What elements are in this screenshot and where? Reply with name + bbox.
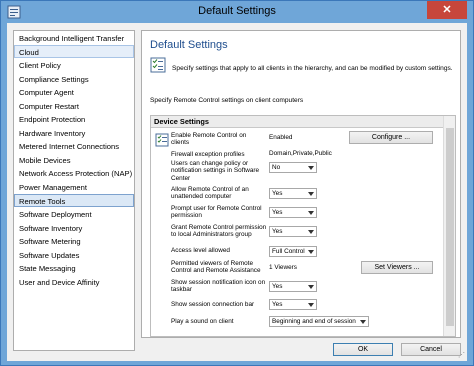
- connection-bar-select[interactable]: Yes: [269, 299, 317, 310]
- cancel-button[interactable]: Cancel: [401, 343, 461, 356]
- access-level-select[interactable]: Full Control: [269, 246, 317, 257]
- permitted-viewers-label: Permitted viewers of Remote Control and …: [171, 260, 261, 275]
- sidebar-item[interactable]: Software Updates: [14, 248, 134, 262]
- sidebar-item[interactable]: Client Policy: [14, 58, 134, 72]
- sidebar-item[interactable]: Mobile Devices: [14, 153, 134, 167]
- access-level-value: Full Control: [272, 248, 305, 255]
- close-button[interactable]: ✕: [427, 1, 467, 19]
- sidebar-item[interactable]: Metered Internet Connections: [14, 139, 134, 153]
- notification-icon-label: Show session notification icon on taskba…: [171, 279, 266, 294]
- set-viewers-button[interactable]: Set Viewers ...: [361, 261, 433, 274]
- sidebar-item[interactable]: Hardware Inventory: [14, 126, 134, 140]
- chevron-down-icon: [308, 192, 314, 196]
- panel-description: Specify settings that apply to all clien…: [172, 65, 453, 72]
- sidebar-item[interactable]: Compliance Settings: [14, 72, 134, 86]
- prompt-permission-select[interactable]: Yes: [269, 207, 317, 218]
- sidebar-item[interactable]: Remote Tools: [14, 193, 134, 208]
- connection-bar-label: Show session connection bar: [171, 301, 255, 308]
- play-sound-select[interactable]: Beginning and end of session: [269, 316, 369, 327]
- grant-admins-label: Grant Remote Control permission to local…: [171, 224, 267, 239]
- play-sound-value: Beginning and end of session: [272, 318, 356, 325]
- settings-window: Default Settings ✕ Background Intelligen…: [0, 0, 474, 366]
- settings-scrollbar[interactable]: [443, 116, 455, 336]
- device-settings-header: Device Settings: [151, 116, 443, 128]
- chevron-down-icon: [308, 211, 314, 215]
- sidebar-item[interactable]: Software Deployment: [14, 207, 134, 221]
- ok-button[interactable]: OK: [333, 343, 393, 356]
- users-change-label: Users can change policy or notification …: [171, 160, 260, 182]
- sidebar-item[interactable]: User and Device Affinity: [14, 275, 134, 289]
- unattended-select[interactable]: Yes: [269, 188, 317, 199]
- chevron-down-icon: [308, 285, 314, 289]
- device-settings-grid: Device Settings Enable Remote Control on…: [150, 115, 456, 337]
- prompt-permission-label: Prompt user for Remote Control permissio…: [171, 205, 262, 220]
- remote-control-icon: [155, 133, 169, 147]
- resize-grip-icon[interactable]: ⋰: [458, 351, 465, 359]
- panel-title: Default Settings: [150, 39, 228, 51]
- sidebar-item[interactable]: State Messaging: [14, 261, 134, 275]
- settings-list-icon: [150, 57, 166, 73]
- play-sound-label: Play a sound on client: [171, 318, 234, 325]
- sidebar-item[interactable]: Computer Restart: [14, 99, 134, 113]
- firewall-value: Domain,Private,Public: [269, 150, 332, 157]
- grant-admins-value: Yes: [272, 228, 283, 235]
- panel-subheading: Specify Remote Control settings on clien…: [150, 97, 304, 104]
- permitted-viewers-value: 1 Viewers: [269, 264, 297, 271]
- prompt-permission-value: Yes: [272, 209, 283, 216]
- connection-bar-value: Yes: [272, 301, 283, 308]
- settings-category-list[interactable]: Background Intelligent Transfer Cloud Clie…: [13, 30, 135, 351]
- sidebar-item[interactable]: Cloud: [14, 44, 134, 59]
- sidebar-item[interactable]: Software Metering: [14, 234, 134, 248]
- scrollbar-thumb[interactable]: [446, 128, 454, 326]
- sidebar-item[interactable]: Network Access Protection (NAP): [14, 166, 134, 180]
- firewall-label: Firewall exception profiles: [171, 151, 245, 158]
- users-change-value: No: [272, 164, 281, 171]
- window-title: Default Settings: [198, 5, 276, 17]
- sidebar-item[interactable]: Computer Agent: [14, 85, 134, 99]
- sidebar-item[interactable]: Power Management: [14, 180, 134, 194]
- notification-icon-value: Yes: [272, 283, 283, 290]
- sidebar-item[interactable]: Software Inventory: [14, 221, 134, 235]
- access-level-label: Access level allowed: [171, 247, 230, 254]
- notification-icon-select[interactable]: Yes: [269, 281, 317, 292]
- configure-button[interactable]: Configure ...: [349, 131, 433, 144]
- unattended-value: Yes: [272, 190, 283, 197]
- users-change-select[interactable]: No: [269, 162, 317, 173]
- sidebar-item[interactable]: Background Intelligent Transfer: [14, 31, 134, 45]
- settings-panel: Default Settings Specify settings that a…: [141, 30, 461, 338]
- chevron-down-icon: [308, 250, 314, 254]
- chevron-down-icon: [308, 230, 314, 234]
- dialog-body: Background Intelligent Transfer Cloud Clie…: [7, 23, 467, 361]
- chevron-down-icon: [308, 303, 314, 307]
- chevron-down-icon: [360, 320, 366, 324]
- close-icon: ✕: [442, 4, 452, 16]
- chevron-down-icon: [308, 166, 314, 170]
- enable-remote-control-value: Enabled: [269, 134, 293, 141]
- unattended-label: Allow Remote Control of an unattended co…: [171, 186, 249, 201]
- sidebar-item[interactable]: Endpoint Protection: [14, 112, 134, 126]
- grant-admins-select[interactable]: Yes: [269, 226, 317, 237]
- enable-remote-control-label: Enable Remote Control on clients: [171, 132, 247, 147]
- title-bar[interactable]: Default Settings ✕: [1, 1, 473, 23]
